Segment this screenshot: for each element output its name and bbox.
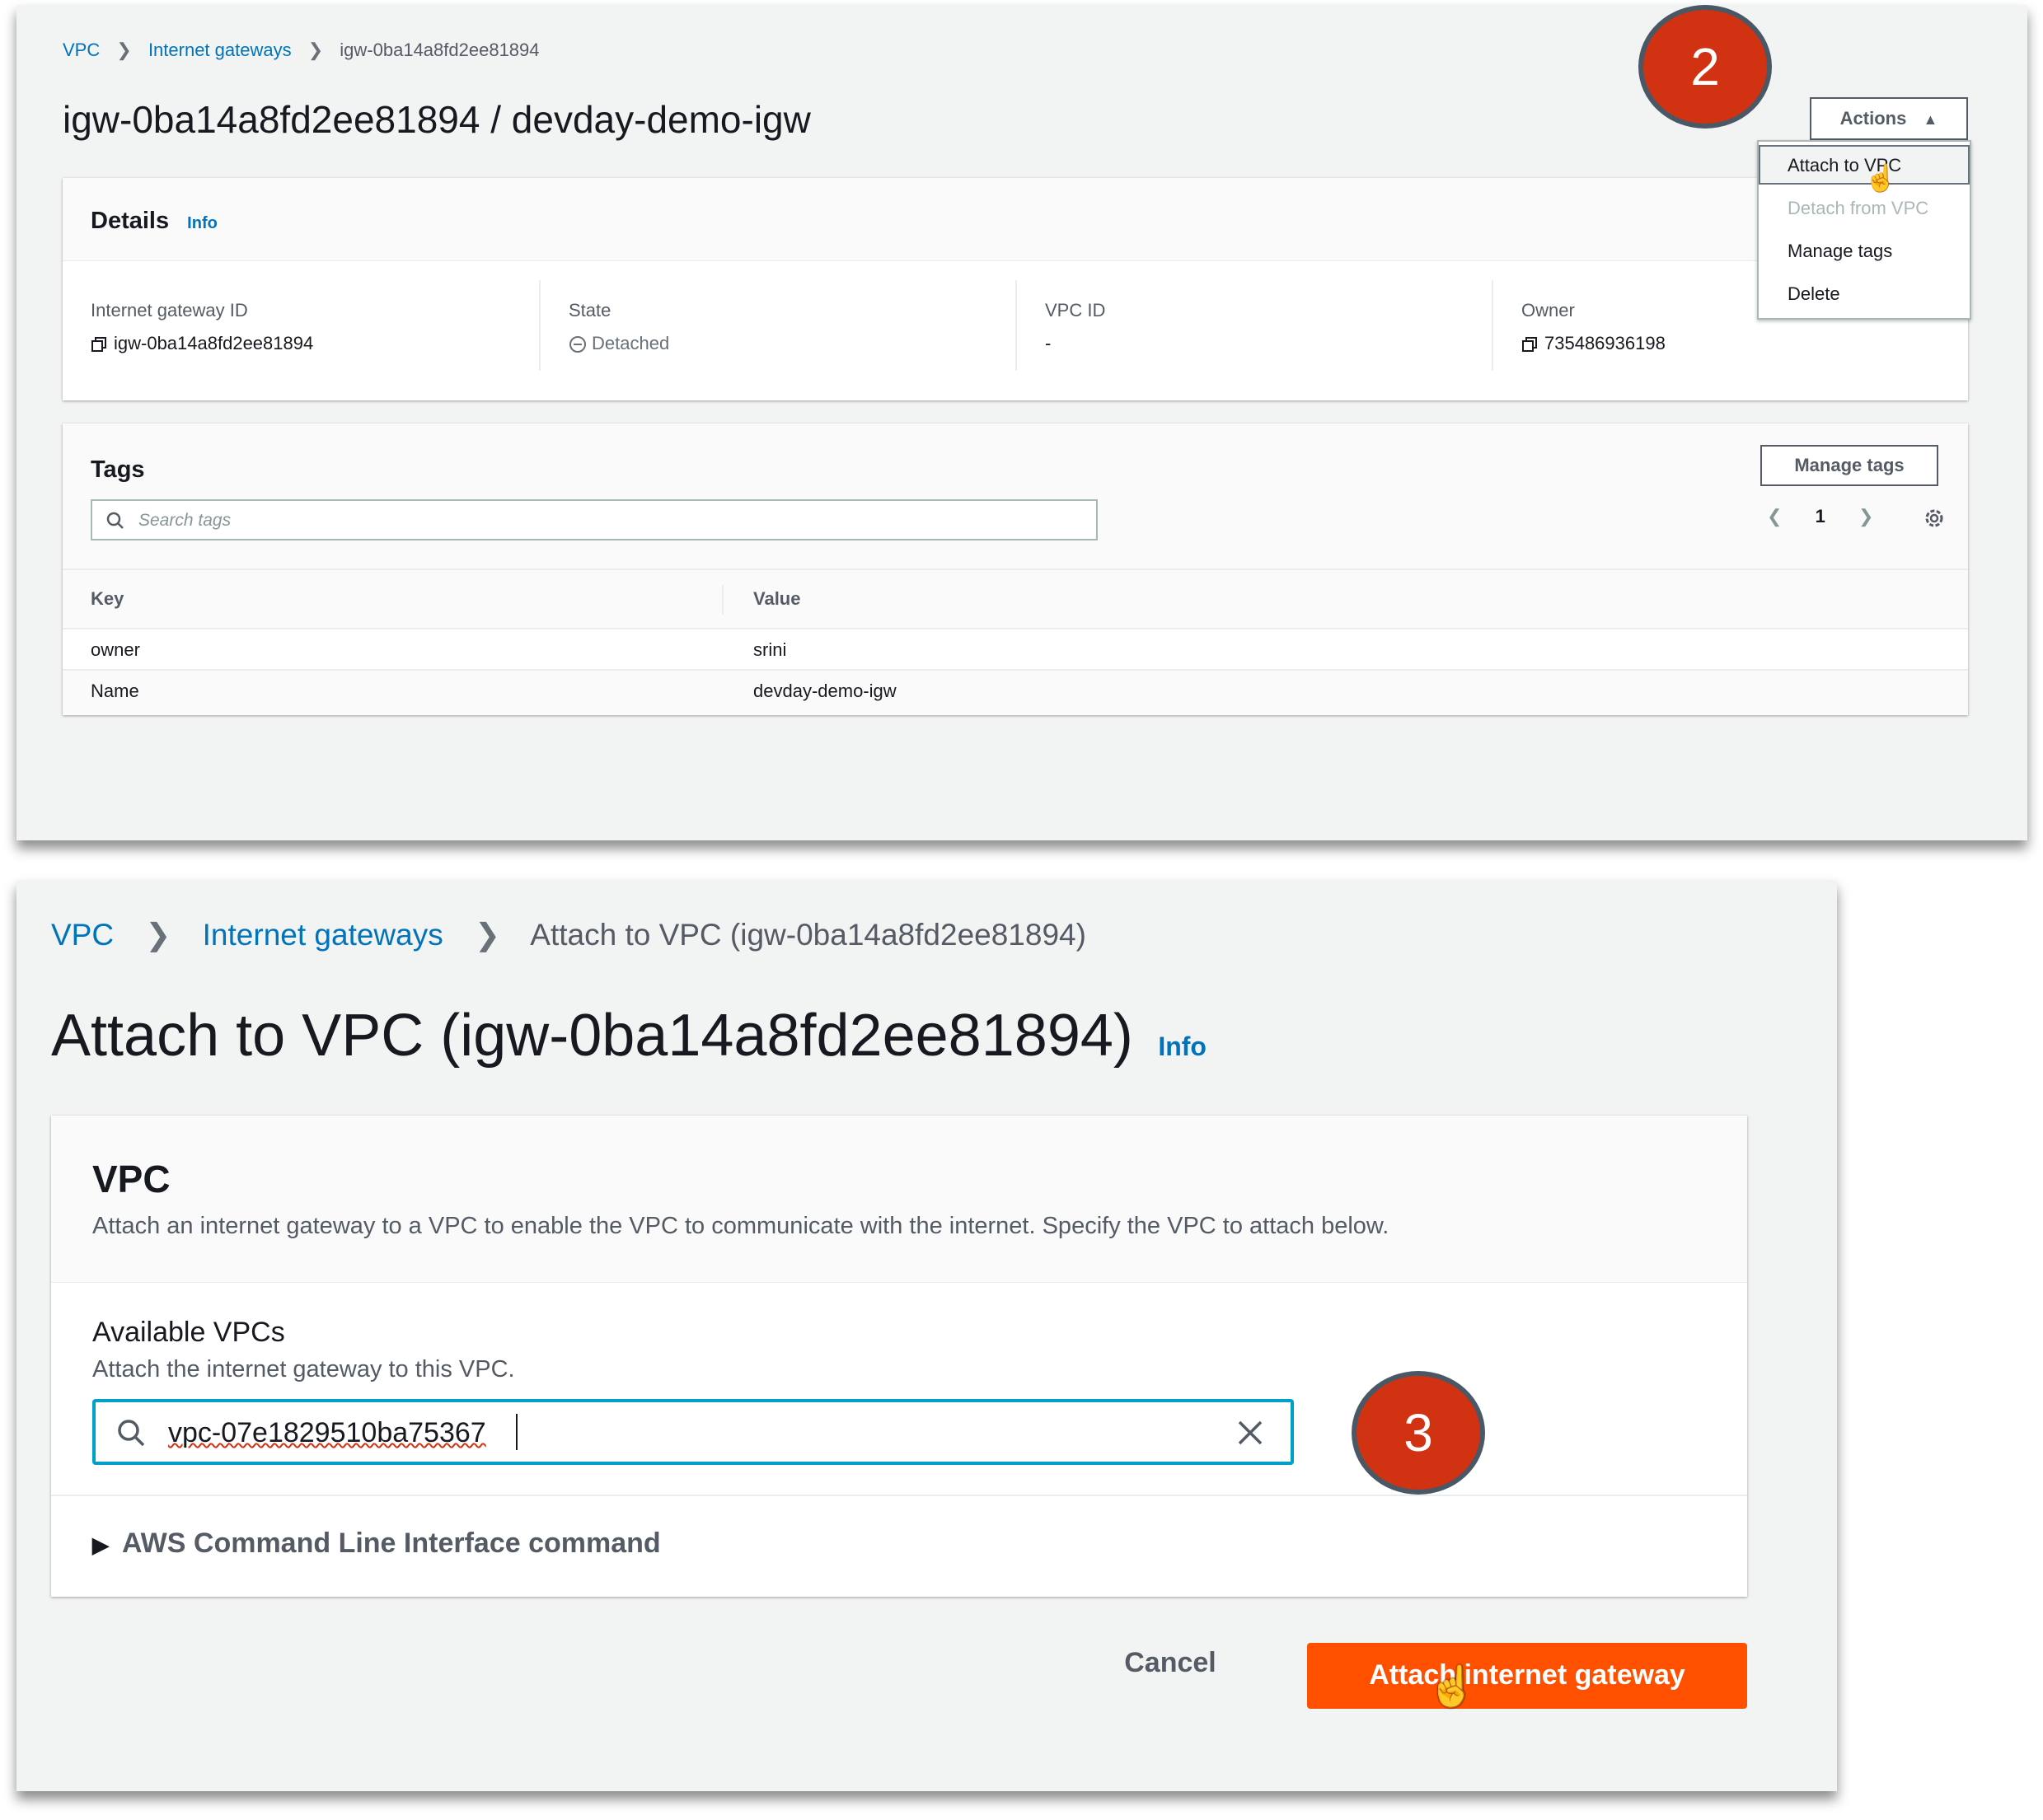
- pagination: ❮ 1 ❯: [1767, 506, 1873, 536]
- menu-item-delete[interactable]: Delete: [1788, 283, 1840, 305]
- actions-button[interactable]: Actions ▲: [1810, 97, 1968, 140]
- menu-item-detach-from-vpc[interactable]: Detach from VPC: [1788, 198, 1928, 219]
- chevron-right-icon: ❯: [307, 40, 324, 60]
- field-value-igw-id: igw-0ba14a8fd2ee81894: [114, 333, 314, 353]
- details-card: Details Info Internet gateway ID igw-0ba…: [63, 178, 1968, 400]
- field-value-state: Detached: [592, 333, 670, 353]
- caret-up-icon: ▲: [1923, 111, 1938, 128]
- available-vpcs-label: Available VPCs: [92, 1317, 285, 1348]
- table-row: Name devday-demo-igw: [63, 669, 1968, 715]
- vpc-form-card: VPC Attach an internet gateway to a VPC …: [51, 1116, 1747, 1597]
- field-state: Detached: [569, 333, 669, 354]
- actions-menu: Attach to VPC Detach from VPC Manage tag…: [1757, 140, 1971, 320]
- field-label-vpc-id: VPC ID: [1045, 300, 1106, 320]
- available-vpcs-description: Attach the internet gateway to this VPC.: [92, 1356, 515, 1383]
- page-title: igw-0ba14a8fd2ee81894 / devday-demo-igw: [63, 98, 811, 141]
- hand-cursor-icon: ☝: [1427, 1665, 1477, 1709]
- field-value-owner: 735486936198: [1544, 333, 1666, 353]
- menu-item-manage-tags[interactable]: Manage tags: [1788, 241, 1892, 262]
- table-row: owner srini: [63, 628, 1968, 671]
- row-key: Name: [91, 681, 139, 701]
- chevron-right-icon: ❯: [116, 40, 132, 60]
- chevron-right-icon: ❯: [475, 918, 501, 952]
- details-info-link[interactable]: Info: [187, 214, 218, 232]
- field-value-vpc-id: -: [1045, 333, 1052, 353]
- attach-internet-gateway-button[interactable]: Attach internet gateway ☝: [1307, 1643, 1747, 1709]
- vpc-search-value: vpc-07e1829510ba75367: [168, 1417, 486, 1448]
- field-label-igw-id: Internet gateway ID: [91, 300, 248, 320]
- clear-icon[interactable]: [1235, 1417, 1266, 1448]
- field-label-owner: Owner: [1521, 300, 1575, 320]
- step-badge-3: 3: [1352, 1371, 1485, 1495]
- text-cursor: [516, 1414, 518, 1450]
- breadcrumb-current: igw-0ba14a8fd2ee81894: [340, 40, 540, 60]
- cli-expander[interactable]: ▶ AWS Command Line Interface command: [92, 1528, 661, 1560]
- tags-search-input[interactable]: Search tags: [91, 499, 1098, 540]
- breadcrumb-internet-gateways[interactable]: Internet gateways: [148, 40, 292, 60]
- row-value: devday-demo-igw: [753, 681, 897, 701]
- field-owner: 735486936198: [1521, 333, 1666, 354]
- caret-right-icon: ▶: [92, 1532, 109, 1557]
- tags-heading: Tags: [91, 456, 145, 483]
- vpc-section-description: Attach an internet gateway to a VPC to e…: [92, 1213, 1389, 1239]
- page-number[interactable]: 1: [1816, 506, 1825, 526]
- cancel-button[interactable]: Cancel: [1113, 1630, 1228, 1696]
- search-icon: [115, 1417, 147, 1448]
- chevron-left-icon[interactable]: ❮: [1767, 506, 1782, 526]
- row-key: owner: [91, 639, 140, 660]
- breadcrumb-internet-gateways[interactable]: Internet gateways: [203, 918, 443, 952]
- column-value: Value: [753, 588, 801, 609]
- page-title: Attach to VPC (igw-0ba14a8fd2ee81894): [51, 1003, 1133, 1069]
- breadcrumb-vpc[interactable]: VPC: [63, 40, 100, 60]
- vpc-section-heading: VPC: [92, 1158, 171, 1200]
- field-igw-id: igw-0ba14a8fd2ee81894: [91, 333, 313, 354]
- breadcrumb-current: Attach to VPC (igw-0ba14a8fd2ee81894): [530, 918, 1086, 952]
- settings-gear-icon[interactable]: [1922, 506, 1947, 531]
- manage-tags-button[interactable]: Manage tags: [1760, 445, 1938, 486]
- column-key: Key: [91, 588, 124, 609]
- vpc-search-input[interactable]: vpc-07e1829510ba75367: [92, 1399, 1294, 1465]
- chevron-right-icon: ❯: [145, 918, 171, 952]
- cli-label: AWS Command Line Interface command: [122, 1528, 661, 1559]
- copy-icon[interactable]: [1521, 336, 1538, 353]
- row-value: srini: [753, 639, 787, 660]
- breadcrumb-vpc[interactable]: VPC: [51, 918, 114, 952]
- attach-to-vpc-screenshot: VPC ❯ Internet gateways ❯ Attach to VPC …: [16, 880, 1837, 1791]
- tags-search-placeholder: Search tags: [138, 511, 232, 530]
- tags-table-header: Key Value: [63, 568, 1968, 629]
- igw-details-screenshot: VPC ❯ Internet gateways ❯ igw-0ba14a8fd2…: [16, 5, 2027, 840]
- attach-button-label: Attach internet gateway: [1369, 1659, 1685, 1691]
- stopped-icon: [569, 335, 587, 353]
- copy-icon[interactable]: [91, 336, 107, 353]
- breadcrumb: VPC ❯ Internet gateways ❯ igw-0ba14a8fd2…: [63, 38, 540, 63]
- field-label-state: State: [569, 300, 611, 320]
- details-heading: Details: [91, 208, 170, 234]
- chevron-right-icon[interactable]: ❯: [1858, 506, 1873, 526]
- info-link[interactable]: Info: [1158, 1032, 1207, 1061]
- breadcrumb: VPC ❯ Internet gateways ❯ Attach to VPC …: [51, 915, 1086, 956]
- page-title-row: Attach to VPC (igw-0ba14a8fd2ee81894) In…: [51, 1002, 1207, 1069]
- search-icon: [105, 511, 125, 531]
- hand-cursor-icon: ☝: [1864, 163, 1897, 193]
- step-badge-2: 2: [1638, 5, 1772, 129]
- tags-card: Tags Manage tags Search tags ❮ 1 ❯ Key V…: [63, 423, 1968, 715]
- actions-label: Actions: [1839, 108, 1907, 129]
